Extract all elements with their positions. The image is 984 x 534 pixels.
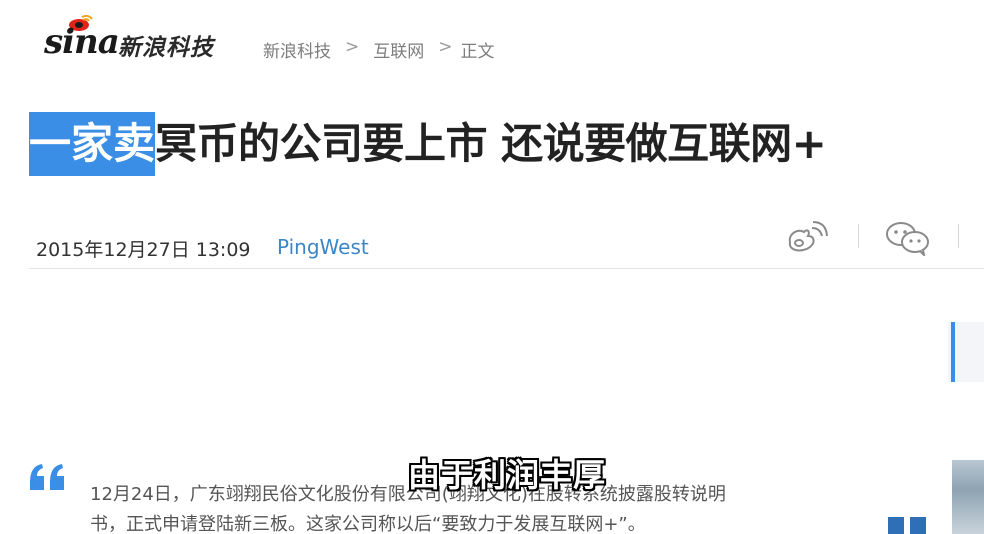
breadcrumb-separator: >: [345, 37, 360, 57]
share-divider: [858, 224, 859, 248]
quote-icon: [30, 464, 64, 490]
source-link[interactable]: PingWest: [277, 235, 369, 259]
sidebar-block: [888, 517, 904, 534]
publish-date: 2015年12月27日 13:09: [36, 239, 251, 261]
share-divider: [958, 224, 959, 248]
header-divider: [29, 268, 984, 269]
sidebar-blocks: [888, 517, 928, 534]
breadcrumb-separator: >: [438, 37, 453, 57]
sidebar-block: [910, 517, 926, 534]
breadcrumb-item-internet[interactable]: 互联网: [373, 37, 424, 62]
title-selected-text[interactable]: 一家卖: [29, 112, 156, 176]
breadcrumb-item-sina-tech[interactable]: 新浪科技: [263, 37, 331, 62]
quote-line: 书，正式申请登陆新三板。这家公司称以后“要致力于发展互联网+”。: [90, 514, 646, 534]
logo-subtitle: 新浪科技: [118, 35, 214, 61]
sina-tech-logo[interactable]: sina 新浪科技: [44, 14, 234, 64]
wechat-icon[interactable]: [884, 220, 932, 256]
sidebar-thumbnail[interactable]: [952, 460, 984, 534]
logo-wordmark: sina: [44, 22, 120, 62]
weibo-icon[interactable]: [782, 220, 828, 256]
video-subtitle: 由于利润丰厚: [408, 456, 607, 494]
site-header: sina 新浪科技 新浪科技 > 互联网 > 正文: [0, 0, 984, 90]
sidebar-accent: [951, 322, 955, 382]
title-text[interactable]: 冥币的公司要上市 还说要做互联网+: [155, 112, 827, 176]
article-title: 一家卖冥币的公司要上市 还说要做互联网+: [29, 112, 827, 176]
breadcrumb: 新浪科技 > 互联网 > 正文: [263, 37, 495, 62]
breadcrumb-item-article: 正文: [460, 42, 495, 62]
